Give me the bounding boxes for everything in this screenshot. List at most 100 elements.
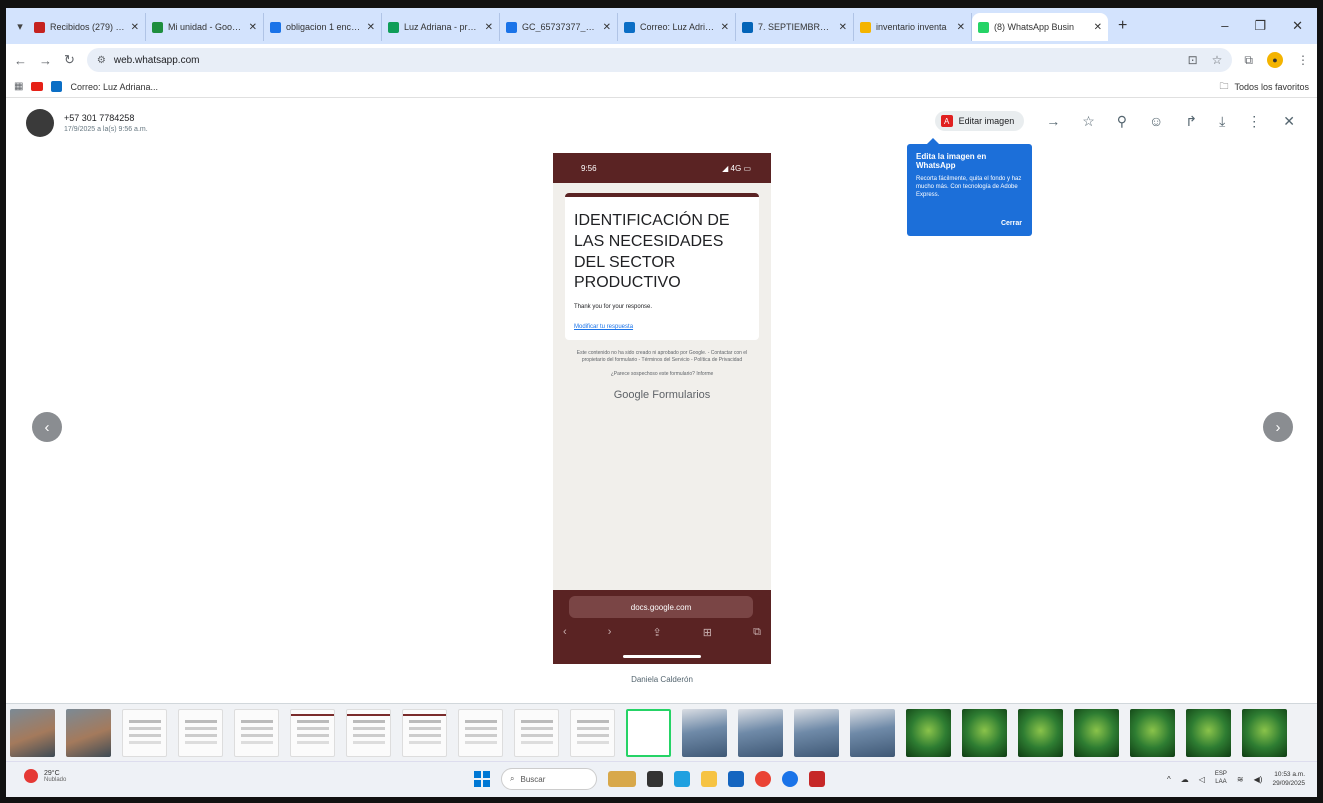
media-thumbnail[interactable] [906, 708, 951, 757]
tab-search-icon[interactable]: ▾ [12, 18, 28, 34]
speaker-icon[interactable]: ◁ [1199, 775, 1205, 784]
zoom-icon[interactable] [782, 771, 798, 787]
tab-close-icon[interactable]: ✕ [131, 22, 139, 33]
search-icon: ⌕ [510, 774, 515, 783]
media-thumbnail[interactable] [570, 708, 615, 757]
media-thumbnail[interactable] [1130, 708, 1175, 757]
browser-tab[interactable]: (8) WhatsApp Busin ✕ [972, 13, 1108, 41]
media-thumbnail[interactable] [794, 708, 839, 757]
media-thumbnail[interactable] [1074, 708, 1119, 757]
media-thumbnail[interactable] [402, 708, 447, 757]
apps-grid-icon[interactable]: ▦ [14, 81, 23, 92]
pin-icon[interactable]: ⚲ [1117, 113, 1127, 130]
media-thumbnail[interactable] [234, 708, 279, 757]
browser-tab[interactable]: Luz Adriana - progra ✕ [382, 13, 500, 41]
site-info-icon[interactable]: ⚙ [97, 55, 106, 66]
reload-icon[interactable]: ↻ [64, 52, 75, 68]
restore-icon[interactable]: ❐ [1254, 18, 1266, 34]
media-thumbnail[interactable] [290, 708, 335, 757]
previous-media-button[interactable]: ‹ [32, 412, 62, 442]
youtube-icon[interactable] [31, 82, 44, 91]
tab-close-icon[interactable]: ✕ [1094, 22, 1102, 33]
media-thumbnail[interactable] [66, 708, 111, 757]
media-thumbnail[interactable] [514, 708, 559, 757]
bookmark-star-icon[interactable]: ☆ [1212, 53, 1223, 67]
forward-message-icon[interactable]: → [1046, 113, 1060, 129]
media-thumbnail[interactable] [850, 708, 895, 757]
all-bookmarks[interactable]: 🗀 Todos los favoritos [1219, 79, 1309, 95]
tab-close-icon[interactable]: ✕ [485, 22, 493, 33]
widgets-icon[interactable] [608, 771, 636, 787]
download-icon[interactable]: ⤓ [1219, 113, 1225, 130]
extensions-icon[interactable]: ⧉ [1244, 53, 1253, 68]
address-bar[interactable]: ⚙ web.whatsapp.com ⊡ ☆ [86, 48, 1233, 72]
adobe-icon: A [940, 115, 953, 127]
task-view-icon[interactable] [647, 771, 663, 787]
media-thumbnail[interactable] [626, 708, 671, 757]
battery-icon: ▭ [743, 163, 751, 173]
chevron-up-icon[interactable]: ^ [1167, 775, 1171, 784]
install-app-icon[interactable]: ⊡ [1188, 53, 1198, 67]
tab-close-icon[interactable]: ✕ [839, 22, 847, 33]
folder-icon: 🗀 [1219, 80, 1229, 91]
media-thumbnail[interactable] [1018, 708, 1063, 757]
chrome-icon[interactable] [755, 771, 771, 787]
edit-image-button[interactable]: A Editar imagen [934, 111, 1025, 131]
browser-tab[interactable]: Correo: Luz Adriana ✕ [618, 13, 736, 41]
tab-close-icon[interactable]: ✕ [721, 22, 729, 33]
media-thumbnail[interactable] [178, 708, 223, 757]
tab-label: Recibidos (279) - luz [50, 22, 126, 32]
media-thumbnail[interactable] [682, 708, 727, 757]
back-icon[interactable]: ← [14, 53, 27, 68]
close-window-icon[interactable]: ✕ [1292, 18, 1303, 34]
browser-tab[interactable]: obligacion 1 encuen ✕ [264, 13, 382, 41]
media-thumbnail[interactable] [122, 708, 167, 757]
bookmark-item[interactable]: Correo: Luz Adriana... [70, 82, 158, 92]
browser-tab[interactable]: inventario inventa ✕ [854, 13, 972, 41]
more-options-icon[interactable]: ⋮ [1247, 113, 1261, 130]
media-thumbnail[interactable] [346, 708, 391, 757]
browser-tab[interactable]: 7. SEPTIEMBRE - On ✕ [736, 13, 854, 41]
profile-avatar[interactable]: ● [1267, 52, 1283, 68]
media-thumbnail[interactable] [1242, 708, 1287, 757]
close-viewer-icon[interactable]: ✕ [1283, 113, 1295, 130]
media-thumbnail[interactable] [962, 708, 1007, 757]
next-media-button[interactable]: › [1263, 412, 1293, 442]
share-icon[interactable]: ↱ [1185, 113, 1197, 130]
tab-label: obligacion 1 encuen [286, 22, 362, 32]
taskbar-search[interactable]: ⌕ Buscar [501, 768, 597, 790]
store-icon[interactable] [728, 771, 744, 787]
tab-close-icon[interactable]: ✕ [957, 22, 965, 33]
new-tab-button[interactable]: + [1108, 17, 1137, 35]
emoji-react-icon[interactable]: ☺ [1149, 113, 1163, 129]
edge-icon[interactable] [674, 771, 690, 787]
cloud-icon[interactable]: ☁ [1181, 775, 1189, 784]
windows-start-icon[interactable] [474, 771, 490, 787]
forward-icon[interactable]: → [39, 53, 52, 68]
tab-close-icon[interactable]: ✕ [367, 22, 375, 33]
star-icon[interactable]: ☆ [1082, 113, 1095, 130]
tooltip-title: Edita la imagen en WhatsApp [916, 152, 987, 170]
avatar[interactable] [26, 109, 54, 137]
weather-widget[interactable]: 29°C Nublado [24, 769, 66, 783]
browser-tab[interactable]: Recibidos (279) - luz ✕ [28, 13, 146, 41]
browser-menu-icon[interactable]: ⋮ [1297, 53, 1309, 67]
browser-toolbar: ← → ↻ ⚙ web.whatsapp.com ⊡ ☆ ⧉ ● ⋮ [6, 44, 1317, 76]
wifi-icon[interactable]: ≋ [1237, 775, 1244, 784]
language-indicator[interactable]: ESP LAA [1215, 771, 1227, 787]
media-thumbnail[interactable] [458, 708, 503, 757]
minimize-icon[interactable]: – [1221, 18, 1228, 34]
clock[interactable]: 10:53 a.m. 29/09/2025 [1272, 770, 1305, 788]
tab-close-icon[interactable]: ✕ [249, 22, 257, 33]
tooltip-close-button[interactable]: Cerrar [1001, 220, 1022, 227]
media-thumbnail[interactable] [738, 708, 783, 757]
media-thumbnail[interactable] [10, 708, 55, 757]
media-thumbnail[interactable] [1186, 708, 1231, 757]
browser-tab[interactable]: GC_65737377_3402 ✕ [500, 13, 618, 41]
tab-close-icon[interactable]: ✕ [603, 22, 611, 33]
edit-image-label: Editar imagen [958, 116, 1015, 126]
browser-tab[interactable]: Mi unidad - Google ✕ [146, 13, 264, 41]
file-explorer-icon[interactable] [701, 771, 717, 787]
volume-icon[interactable]: ◀) [1254, 775, 1263, 784]
mcafee-icon[interactable] [809, 771, 825, 787]
